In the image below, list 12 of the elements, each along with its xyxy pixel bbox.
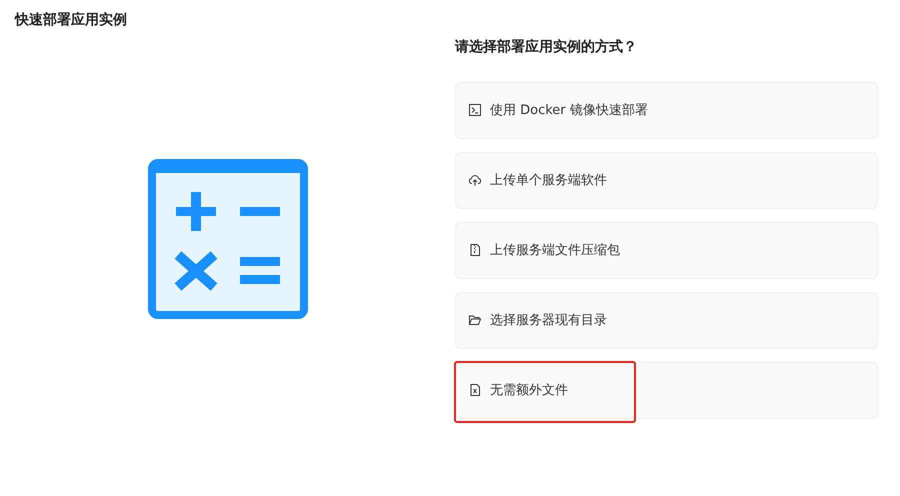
- question-heading: 请选择部署应用实例的方式？: [455, 38, 638, 57]
- terminal-icon: [468, 103, 482, 118]
- option-card[interactable]: 使用 Docker 镜像快速部署: [455, 82, 878, 139]
- option-card[interactable]: 上传服务端文件压缩包: [455, 222, 878, 279]
- zip-file-icon: [468, 243, 482, 258]
- folder-icon: [468, 313, 482, 328]
- page-title: 快速部署应用实例: [13, 10, 128, 29]
- cloud-upload-icon: [468, 173, 482, 188]
- option-card[interactable]: 选择服务器现有目录: [455, 292, 878, 349]
- option-card[interactable]: 上传单个服务端软件: [455, 152, 878, 209]
- file-x-icon: [468, 383, 482, 398]
- calculator-icon: [148, 158, 308, 319]
